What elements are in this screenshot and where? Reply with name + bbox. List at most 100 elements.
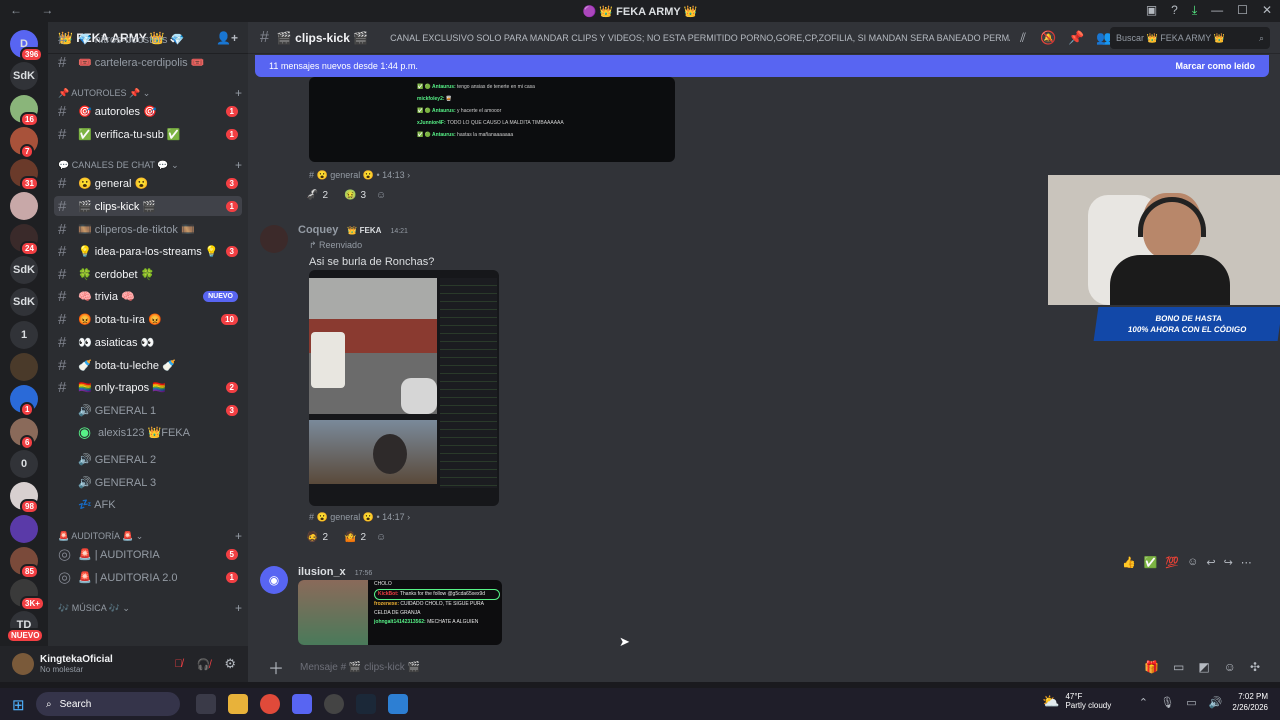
sidebar-item-channel[interactable]: # 🍀 cerdobet 🍀 (54, 264, 242, 284)
thumbs-up-reaction-icon[interactable]: 👍 (1122, 556, 1136, 569)
forward-icon[interactable]: ↪ (1224, 556, 1233, 569)
add-reaction-icon[interactable]: ☺ (376, 532, 386, 543)
server-icon[interactable]: SdK (10, 62, 38, 91)
inbox-icon[interactable]: ▣ (1146, 3, 1157, 18)
server-icon[interactable]: 1 (10, 320, 38, 349)
author-name[interactable]: ilusion_x (298, 566, 346, 578)
add-reaction-icon[interactable]: ☺ (376, 190, 386, 201)
category-header[interactable]: 🎶 MÚSICA 🎶 ⌄ + (58, 601, 242, 615)
upload-plus-icon[interactable]: ＋ (268, 655, 284, 679)
sidebar-item-channel[interactable]: # 🎯 autoroles 🎯 1 (54, 101, 242, 121)
sidebar-item-channel[interactable]: ◎ 🚨 | AUDITORIA 2.0 1 (54, 567, 242, 587)
gif-icon[interactable]: ▭ (1173, 660, 1184, 674)
help-icon[interactable]: ? (1171, 3, 1178, 18)
message-author[interactable]: ilusion_x 17:56 (298, 566, 372, 578)
server-icon[interactable]: SdK (10, 288, 38, 317)
server-icon[interactable] (10, 191, 38, 220)
network-icon[interactable]: ▭ (1184, 696, 1198, 709)
maximize-button[interactable]: ☐ (1237, 3, 1248, 18)
file-explorer-icon[interactable] (228, 694, 248, 714)
sidebar-item-channel[interactable]: # 🍼 bota-tu-leche 🍼 (54, 355, 242, 375)
sidebar-item-channel[interactable]: ◎ 🚨 | AUDITORIA 5 (54, 544, 242, 564)
category-header[interactable]: 🚨 AUDITORÍA 🚨 ⌄ + (58, 529, 242, 543)
task-view-icon[interactable] (196, 694, 216, 714)
sidebar-item-channel[interactable]: # 🎞️ cliperos-de-tiktok 🎞️ (54, 219, 242, 239)
weather-widget[interactable]: ⛅ 47°F Partly cloudy (1042, 692, 1111, 710)
apps-icon[interactable]: ✣ (1250, 660, 1260, 674)
add-channel-icon[interactable]: + (235, 158, 242, 172)
download-icon[interactable]: ⤓ (1192, 3, 1197, 18)
check-reaction-icon[interactable]: ✅ (1144, 556, 1158, 569)
add-channel-icon[interactable]: + (235, 601, 242, 615)
sidebar-item-channel[interactable]: # 👀 asiaticas 👀 (54, 332, 242, 352)
clip-preview-attachment[interactable]: CHOLO KickBot: Thanks for the follow @g5c… (298, 580, 502, 645)
author-name[interactable]: Coquey (298, 224, 338, 236)
sidebar-item-channel[interactable]: 💤 AFK (54, 494, 242, 514)
tray-chevron-icon[interactable]: ⌃ (1136, 696, 1150, 709)
server-icon[interactable] (10, 353, 38, 381)
category-header[interactable]: 📌 AUTOROLES 📌 ⌄ + (58, 86, 242, 100)
notification-off-icon[interactable]: 🔕 (1040, 30, 1056, 46)
message-input[interactable]: Mensaje # 🎬 clips-kick 🎬 (300, 662, 420, 673)
sidebar-item-channel[interactable]: 🔊 GENERAL 1 3 (54, 400, 242, 420)
avatar[interactable] (12, 653, 34, 675)
sidebar-item-channel[interactable]: 🔊 GENERAL 2 (54, 449, 242, 469)
mute-mic-icon[interactable]: 🎙̸ (174, 658, 182, 670)
mark-as-read-button[interactable]: Marcar como leído (1175, 61, 1255, 71)
discord-icon[interactable] (292, 694, 312, 714)
windows-start-icon[interactable]: ⊞ (12, 696, 25, 714)
add-channel-icon[interactable]: + (235, 86, 242, 100)
sidebar-item-voice-member[interactable]: ◉ alexis123 👑FEKA (74, 422, 242, 442)
notepad-icon[interactable] (388, 694, 408, 714)
reply-icon[interactable]: ↩ (1206, 556, 1215, 569)
avatar[interactable] (260, 225, 288, 253)
sidebar-item-channel[interactable]: # 💡 idea-para-los-streams 💡 3 (54, 241, 242, 261)
microphone-icon[interactable]: 🎙 (1160, 696, 1174, 709)
sidebar-item-channel[interactable]: # ✅ verifica-tu-sub ✅ 1 (54, 124, 242, 144)
back-forward-nav[interactable]: ← → (10, 3, 61, 17)
more-options-icon[interactable]: ⋯ (1241, 556, 1252, 569)
category-header[interactable]: 💬 CANALES DE CHAT 💬 ⌄ + (58, 158, 242, 172)
sidebar-item-channel[interactable]: # 🎬 clips-kick 🎬 1 (54, 196, 242, 216)
sidebar-item-channel[interactable]: # 💎 nitros-boosters 💎 (54, 29, 242, 49)
channel-topic[interactable]: CANAL EXCLUSIVO SOLO PARA MANDAR CLIPS Y… (390, 33, 1010, 43)
clock-date[interactable]: 2/26/2026 (1232, 702, 1268, 713)
deafen-icon[interactable]: 🎧̸ (197, 658, 211, 671)
obs-icon[interactable] (324, 694, 344, 714)
server-icon[interactable]: 0 (10, 449, 38, 478)
add-channel-icon[interactable]: + (235, 529, 242, 543)
sidebar-item-channel[interactable]: # 😮 general 😮 3 (54, 173, 242, 193)
hundred-reaction-icon[interactable]: 💯 (1165, 556, 1179, 569)
sidebar-item-channel[interactable]: # 🧠 trivia 🧠 NUEVO (54, 286, 242, 306)
taskbar-search[interactable]: ⌕ Search (36, 692, 180, 716)
search-box[interactable]: Buscar 👑 FEKA ARMY 👑 ⌕ (1110, 27, 1270, 49)
volume-icon[interactable]: 🔊 (1208, 696, 1223, 709)
emoji-icon[interactable]: ☺ (1224, 660, 1236, 674)
message-author[interactable]: Coquey 👑 FEKA 14:21 (298, 224, 408, 236)
reaction-chip[interactable]: 🦨 2 (300, 188, 334, 203)
server-icon[interactable] (10, 514, 38, 543)
reaction-chip[interactable]: 🧔 2 (300, 530, 334, 545)
add-reaction-icon[interactable]: ☺ (1187, 556, 1198, 569)
sticker-icon[interactable]: ◩ (1198, 660, 1209, 674)
sidebar-item-channel[interactable]: # 😡 bota-tu-ira 😡 10 (54, 309, 242, 329)
gift-icon[interactable]: 🎁 (1144, 660, 1159, 674)
forward-source[interactable]: # 😮 general 😮 • 14:13 › (309, 170, 410, 181)
sidebar-item-channel[interactable]: 🔊 GENERAL 3 (54, 472, 242, 492)
video-screenshot-attachment[interactable] (309, 270, 499, 506)
threads-icon[interactable]: ⫽ (1020, 30, 1026, 46)
clock-time[interactable]: 7:02 PM (1232, 691, 1268, 702)
minimize-button[interactable]: — (1211, 3, 1223, 18)
reaction-chip[interactable]: 🤢 3 (338, 188, 372, 203)
sidebar-item-channel[interactable]: # 🎟️ cartelera-cerdipolis 🎟️ (54, 52, 242, 72)
close-button[interactable]: ✕ (1262, 3, 1272, 18)
pin-icon[interactable]: 📌 (1068, 30, 1084, 46)
reaction-chip[interactable]: 🤷 2 (338, 530, 372, 545)
chat-screenshot-attachment[interactable]: ✅ 🟢 Antaurus: tengo ansias de tenerte en… (309, 77, 675, 162)
steam-icon[interactable] (356, 694, 376, 714)
sidebar-item-channel[interactable]: # 🏳️‍🌈 only-trapos 🏳️‍🌈 2 (54, 377, 242, 397)
settings-gear-icon[interactable]: ⚙ (224, 656, 236, 672)
server-icon[interactable]: SdK (10, 256, 38, 285)
avatar[interactable]: ◉ (260, 566, 288, 594)
forward-source[interactable]: # 😮 general 😮 • 14:17 › (309, 512, 410, 523)
